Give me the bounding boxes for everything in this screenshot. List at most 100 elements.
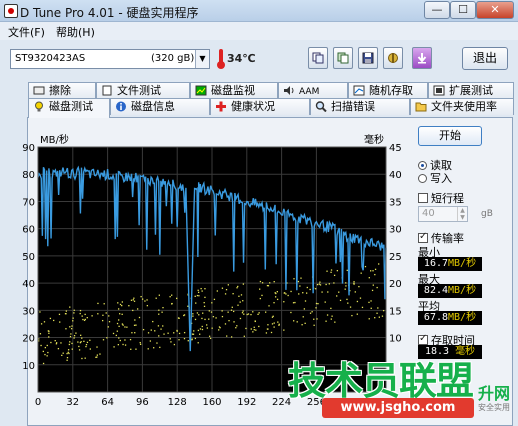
access-time-point	[73, 335, 76, 337]
access-time-point	[224, 293, 227, 295]
access-time-point	[237, 304, 239, 306]
access-time-point	[240, 294, 243, 296]
x-tick-label: 160	[202, 397, 221, 408]
access-time-point	[134, 319, 136, 321]
access-time-point	[227, 311, 229, 313]
access-time-point	[290, 311, 292, 314]
access-time-point	[236, 287, 238, 289]
access-time-point	[371, 289, 374, 292]
access-time-point	[119, 313, 121, 315]
access-time-point	[372, 270, 374, 272]
access-time-point	[210, 311, 213, 313]
transfer-rate-checkbox[interactable]	[418, 231, 428, 243]
access-time-point	[235, 327, 237, 329]
access-time-point	[99, 353, 101, 355]
access-time-point	[192, 315, 194, 317]
access-time-point	[328, 283, 330, 285]
access-time-point	[116, 322, 119, 325]
spin-arrows[interactable]: ▲ ▼	[457, 207, 467, 221]
access-time-point	[108, 321, 111, 323]
access-time-point	[346, 298, 348, 301]
short-stroke-option[interactable]: 短行程	[418, 190, 464, 206]
access-time-point	[178, 317, 180, 320]
short-stroke-checkbox[interactable]	[418, 193, 428, 203]
access-time-point	[178, 332, 181, 335]
short-stroke-input[interactable]: 40 ▲ ▼	[418, 206, 468, 222]
access-time-point	[121, 301, 123, 303]
access-time-point	[269, 282, 271, 284]
access-time-point	[261, 282, 264, 284]
access-time-point	[62, 352, 64, 354]
access-time-point	[171, 303, 173, 305]
lightbulb-icon	[35, 101, 43, 112]
access-time-point	[158, 313, 160, 315]
write-radio[interactable]	[418, 174, 427, 183]
x-tick-label: 96	[136, 397, 149, 408]
access-time-point	[303, 308, 306, 310]
access-time-point	[83, 340, 85, 342]
access-time-point	[218, 329, 220, 331]
access-time-point	[49, 317, 52, 320]
access-time-point	[160, 328, 162, 330]
access-time-point	[163, 333, 165, 335]
access-time-point	[97, 302, 99, 305]
access-time-point	[130, 348, 132, 350]
access-time-point	[129, 338, 132, 341]
access-time-point	[96, 354, 98, 356]
access-time-point	[67, 349, 70, 351]
access-time-point	[318, 283, 321, 285]
access-time-point	[79, 312, 81, 315]
right-tick-label: 30	[389, 225, 402, 236]
tab-benchmark[interactable]: 磁盘测试	[28, 98, 110, 118]
access-time-point	[197, 329, 200, 332]
read-radio[interactable]	[418, 161, 427, 170]
access-time-point	[315, 288, 317, 290]
access-time-point	[142, 328, 145, 331]
access-time-point	[301, 324, 303, 326]
access-time-point	[339, 299, 342, 302]
access-time-point	[79, 309, 82, 312]
access-time-point	[239, 301, 241, 303]
access-time-point	[226, 335, 228, 337]
access-time-point	[176, 330, 178, 332]
access-time-point	[319, 281, 321, 283]
access-time-point	[309, 288, 311, 291]
access-time-point	[147, 332, 150, 334]
access-time-point	[146, 299, 148, 301]
access-time-point	[208, 318, 210, 320]
access-time-point	[44, 353, 46, 356]
access-time-point	[183, 331, 186, 334]
access-time-point	[258, 312, 260, 314]
access-time-point	[254, 320, 256, 322]
access-time-point	[69, 341, 71, 343]
access-time-checkbox[interactable]	[418, 333, 428, 345]
min-value: 16.7MB/秒	[418, 257, 482, 271]
access-time-point	[124, 326, 126, 328]
watermark-logo: 技术员联盟	[288, 359, 474, 403]
access-time-point	[50, 341, 52, 344]
access-time-point	[194, 337, 197, 340]
access-time-point	[324, 301, 326, 303]
start-button[interactable]: 开始	[418, 126, 482, 146]
access-time-point	[40, 344, 42, 347]
access-time-point	[274, 296, 277, 298]
access-time-point	[81, 337, 83, 339]
access-time-point	[203, 301, 205, 304]
access-time-point	[158, 294, 160, 296]
access-time-point	[304, 300, 307, 302]
access-time-point	[224, 323, 227, 325]
access-time-point	[378, 316, 380, 318]
access-time-point	[169, 338, 171, 340]
write-option[interactable]: 写入	[418, 170, 452, 186]
access-time-point	[267, 328, 269, 330]
access-time-point	[201, 325, 203, 328]
access-time-point	[157, 325, 160, 327]
access-time-point	[315, 302, 318, 305]
access-time-point	[46, 355, 48, 357]
access-time-point	[333, 274, 336, 277]
access-time-point	[79, 341, 82, 344]
access-time-point	[243, 313, 245, 315]
access-time-point	[204, 296, 206, 299]
access-time-point	[132, 309, 134, 312]
access-time-point	[70, 333, 72, 335]
